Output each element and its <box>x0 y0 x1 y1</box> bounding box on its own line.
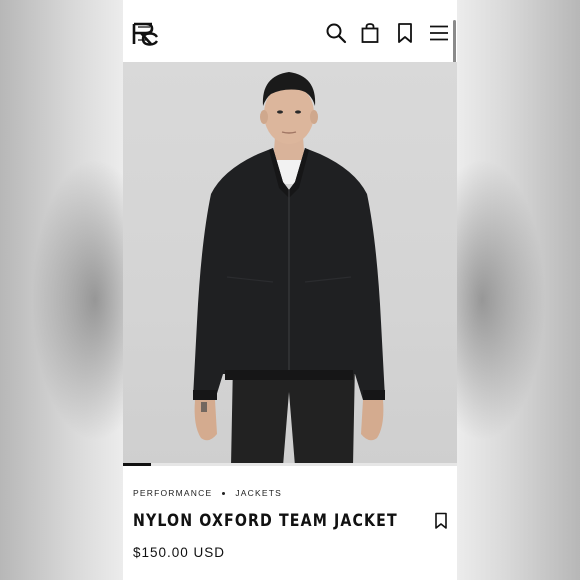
product-image[interactable] <box>123 62 457 466</box>
shopping-bag-icon[interactable] <box>359 22 381 44</box>
blurred-background-left <box>0 0 123 580</box>
model-in-black-jacket-illustration <box>193 72 385 466</box>
blurred-background-right <box>457 0 580 580</box>
product-price: $150.00 USD <box>133 545 226 560</box>
site-header <box>123 0 457 62</box>
bookmark-icon[interactable] <box>434 512 448 530</box>
mobile-product-page: PERFORMANCE JACKETS NYLON OXFORD TEAM JA… <box>123 0 457 580</box>
breadcrumb-jackets[interactable]: JACKETS <box>235 488 282 498</box>
product-title: NYLON OXFORD TEAM JACKET <box>133 511 398 530</box>
breadcrumb: PERFORMANCE JACKETS <box>133 488 282 498</box>
rc-monogram-logo-icon[interactable] <box>132 21 158 47</box>
image-carousel-indicator[interactable] <box>123 463 457 466</box>
bookmark-icon[interactable] <box>394 22 416 44</box>
breadcrumb-separator-dot <box>222 491 226 495</box>
search-icon[interactable] <box>325 22 347 44</box>
carousel-active-slide <box>123 463 151 466</box>
breadcrumb-performance[interactable]: PERFORMANCE <box>133 488 212 498</box>
hamburger-menu-icon[interactable] <box>428 22 450 44</box>
